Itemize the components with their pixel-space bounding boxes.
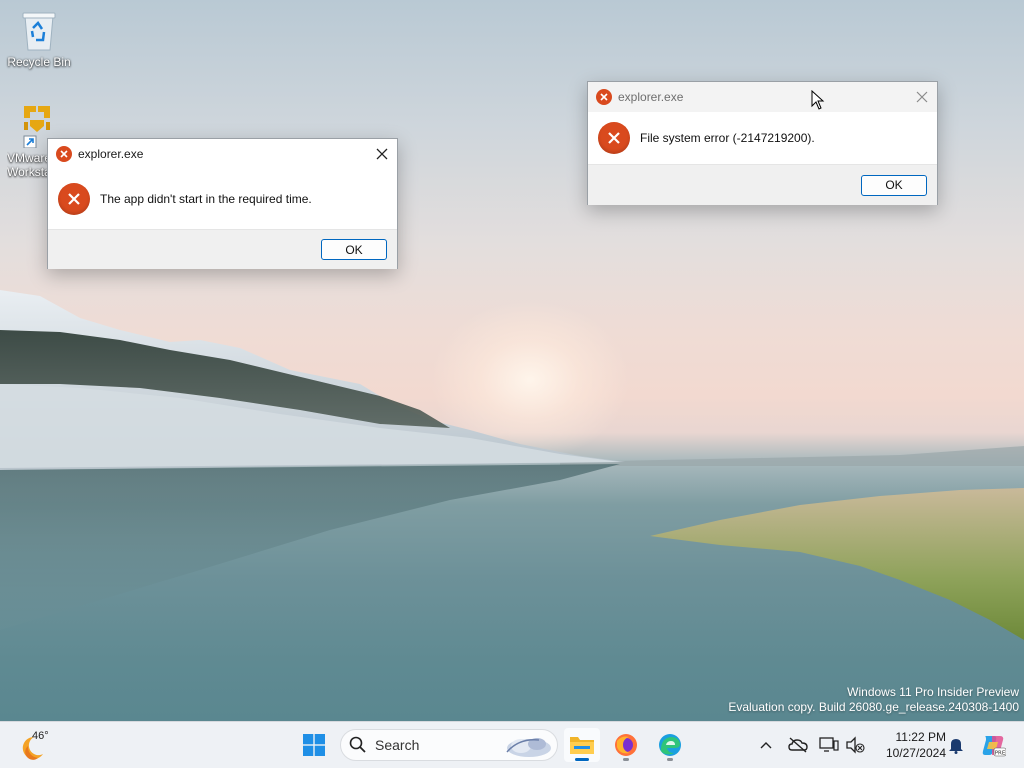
watermark-line-2: Evaluation copy. Build 26080.ge_release.… — [728, 700, 1019, 714]
ok-button[interactable]: OK — [321, 239, 387, 260]
taskbar-edge[interactable] — [652, 728, 688, 762]
dialog-message: File system error (-2147219200). — [640, 131, 815, 145]
watermark-line-1: Windows 11 Pro Insider Preview — [847, 685, 1019, 699]
network-monitor-icon — [819, 737, 839, 752]
dialog-title: explorer.exe — [78, 147, 144, 161]
mouse-cursor-icon — [811, 90, 825, 110]
taskbar-firefox[interactable] — [608, 728, 644, 762]
error-dialog-file-system: explorer.exe File system error (-2147219… — [587, 81, 938, 205]
weather-temperature: 46° — [32, 730, 49, 742]
close-button[interactable] — [367, 139, 397, 169]
windows-logo-icon — [303, 734, 325, 756]
dialog-body: The app didn't start in the required tim… — [48, 169, 397, 229]
error-small-icon — [56, 146, 72, 162]
edge-icon — [659, 734, 681, 756]
network-tray-icon[interactable] — [818, 734, 840, 756]
error-dialog-app-timeout: explorer.exe The app didn't start in the… — [47, 138, 398, 269]
desktop-icon-label: Recycle Bin — [7, 55, 71, 69]
volume-tray-icon[interactable] — [844, 734, 866, 756]
dialog-body: File system error (-2147219200). — [588, 112, 937, 164]
desktop-icon-recycle-bin[interactable]: Recycle Bin — [1, 10, 77, 69]
chevron-up-icon — [760, 742, 772, 749]
clock-time: 11:22 PM — [895, 730, 946, 744]
close-icon — [916, 91, 928, 103]
running-indicator — [575, 758, 589, 761]
running-indicator — [623, 758, 629, 761]
start-button[interactable] — [296, 728, 332, 762]
onedrive-tray-icon[interactable] — [787, 734, 809, 756]
folder-icon — [570, 737, 594, 754]
close-icon — [376, 148, 388, 160]
close-button[interactable] — [907, 82, 937, 112]
dialog-titlebar[interactable]: explorer.exe — [48, 139, 397, 169]
cloud-offline-icon — [788, 737, 808, 753]
weather-widget[interactable]: 46° — [18, 728, 58, 764]
copilot-icon: PRE — [982, 736, 1006, 756]
dialog-footer: OK — [588, 164, 937, 205]
evaluation-watermark: Windows 11 Pro Insider Preview Evaluatio… — [728, 685, 1019, 715]
copilot-button[interactable]: PRE — [979, 731, 1007, 759]
search-placeholder: Search — [375, 737, 420, 753]
search-icon — [349, 736, 366, 753]
error-icon — [598, 122, 630, 154]
error-small-icon — [596, 89, 612, 105]
speaker-muted-icon — [846, 736, 865, 754]
ok-button[interactable]: OK — [861, 174, 927, 196]
recycle-bin-icon — [22, 12, 56, 51]
dialog-message: The app didn't start in the required tim… — [100, 192, 312, 206]
taskbar-file-explorer[interactable] — [564, 728, 600, 762]
dialog-footer: OK — [48, 229, 397, 269]
search-highlight-art-icon — [506, 738, 551, 757]
desktop-icon-label: VMware Workstation — [7, 151, 47, 179]
taskbar-clock[interactable]: 11:22 PM 10/27/2024 — [872, 729, 946, 761]
show-hidden-icons-button[interactable] — [755, 734, 777, 756]
dialog-titlebar[interactable]: explorer.exe — [588, 82, 937, 112]
notifications-button[interactable] — [945, 734, 967, 756]
running-indicator — [667, 758, 673, 761]
clock-date: 10/27/2024 — [885, 746, 946, 760]
error-icon — [58, 183, 90, 215]
dialog-title: explorer.exe — [618, 90, 684, 104]
firefox-icon — [615, 734, 637, 756]
svg-text:PRE: PRE — [995, 750, 1006, 756]
taskbar-search-box[interactable]: Search — [340, 729, 558, 761]
bell-icon — [949, 739, 963, 754]
taskbar: 46° Search 11:22 PM 10/27/2024 PRE — [0, 721, 1024, 768]
